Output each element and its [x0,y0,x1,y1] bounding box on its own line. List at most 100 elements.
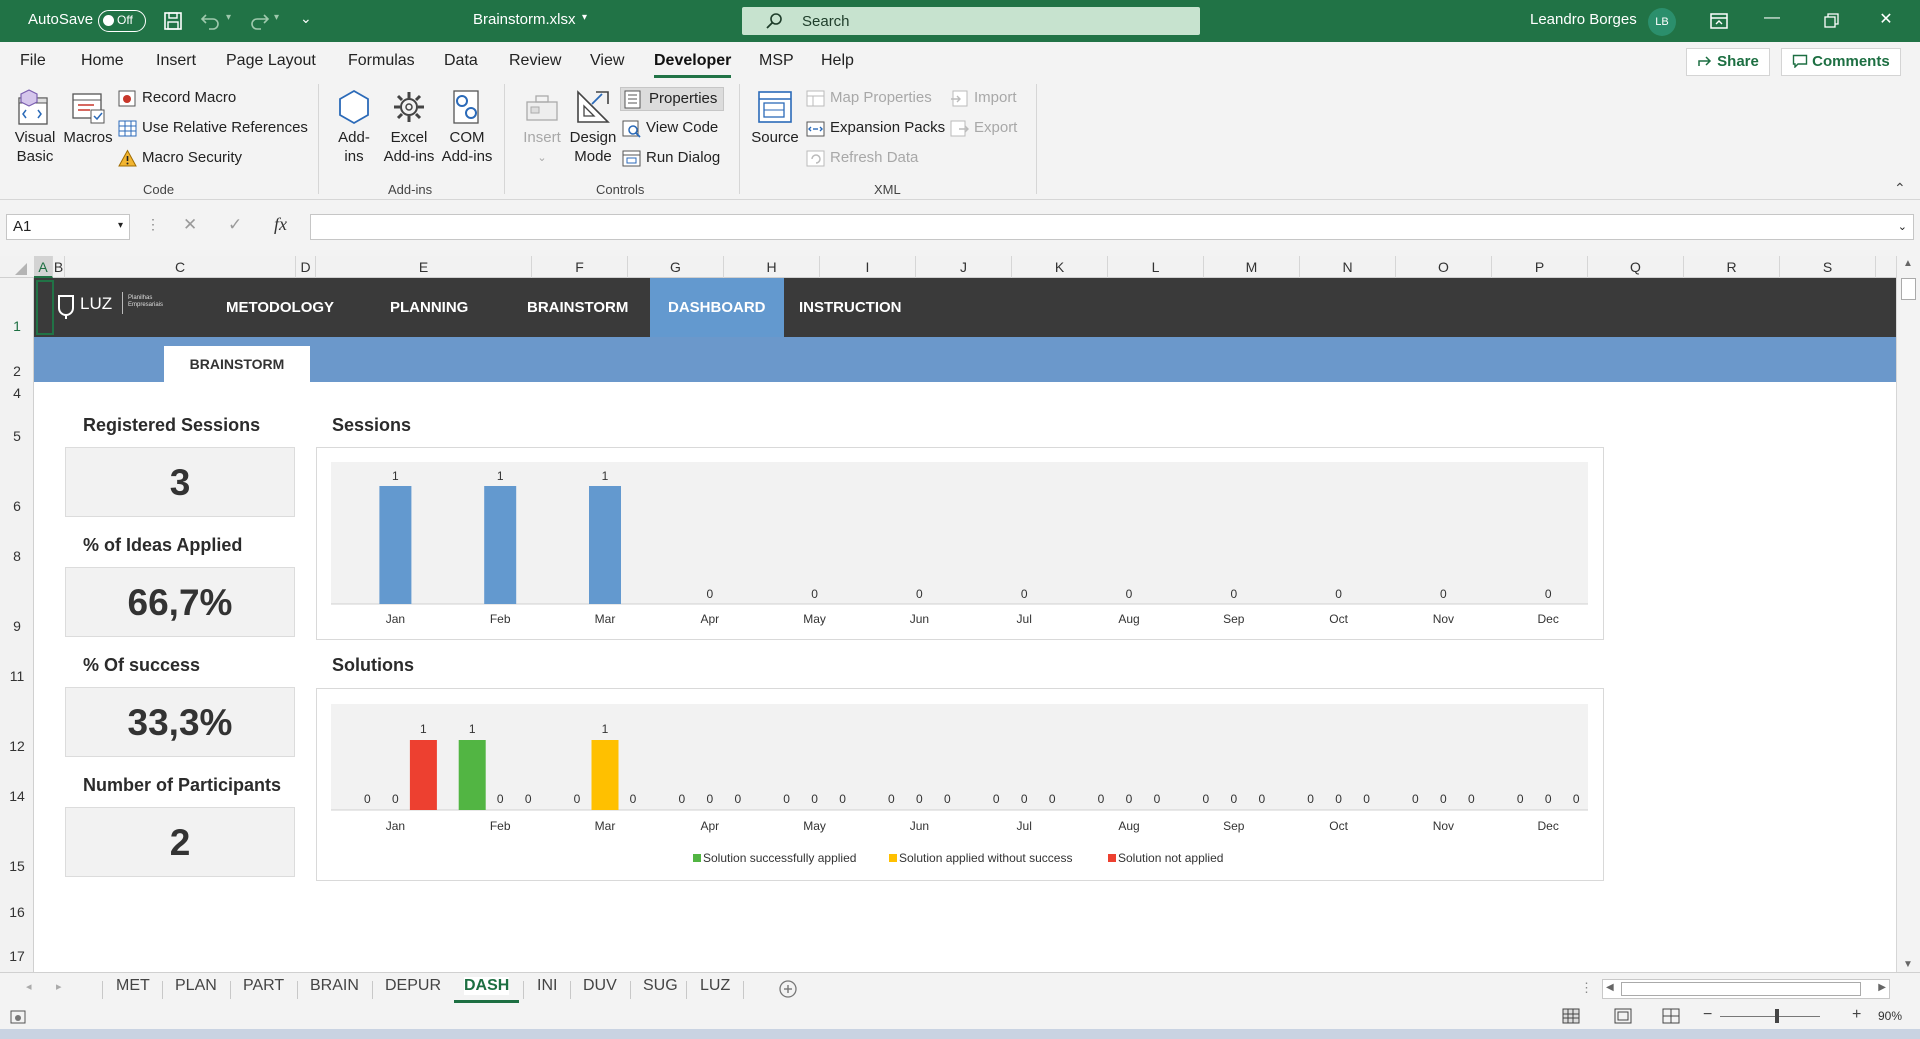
column-header[interactable]: D [296,256,316,278]
column-header[interactable]: S [1780,256,1876,278]
column-header[interactable]: J [916,256,1012,278]
nav-metodology[interactable]: METODOLOGY [226,278,334,337]
restore-icon[interactable] [1824,13,1840,29]
export-button[interactable]: Export [950,117,1017,141]
share-button[interactable]: Share [1686,48,1770,76]
sheet-tab[interactable]: DUV [583,977,617,995]
subtab-brainstorm[interactable]: BRAINSTORM [164,346,310,382]
relative-references-button[interactable]: Use Relative References [118,117,308,141]
column-header[interactable]: I [820,256,916,278]
row-header[interactable]: 12 [0,738,34,754]
user-name[interactable]: Leandro Borges [1530,11,1637,28]
row-header[interactable]: 1 [0,318,34,334]
customize-toolbar-icon[interactable]: ⌄ [300,10,312,27]
row-header[interactable]: 11 [0,668,34,684]
page-layout-view-icon[interactable] [1614,1008,1632,1024]
formula-input[interactable]: ⌄ [310,214,1914,240]
column-header[interactable]: G [628,256,724,278]
properties-button[interactable]: Properties [620,87,725,111]
scroll-left-icon[interactable]: ◀ [1606,982,1614,993]
tab-formulas[interactable]: Formulas [348,52,415,70]
column-header[interactable]: H [724,256,820,278]
avatar[interactable]: LB [1648,8,1676,36]
add-ins-button[interactable]: Add- ins [334,88,374,166]
redo-dropdown-icon[interactable]: ▾ [274,12,279,23]
column-header[interactable]: E [316,256,532,278]
import-button[interactable]: Import [950,87,1017,111]
collapse-ribbon-icon[interactable]: ⌃ [1894,180,1906,197]
enter-check-icon[interactable]: ✓ [228,215,242,235]
selected-cell-a1[interactable] [36,280,54,335]
macros-button[interactable]: Macros [63,88,113,147]
refresh-data-button[interactable]: Refresh Data [806,147,918,171]
horizontal-scrollbar[interactable]: ◀ ▶ [1602,979,1890,999]
row-header[interactable]: 17 [0,948,34,964]
nav-dashboard[interactable]: DASHBOARD [650,278,784,337]
insert-control-button[interactable]: Insert ⌄ [518,88,566,168]
row-header[interactable]: 16 [0,904,34,920]
insert-function-icon[interactable]: fx [274,214,287,235]
run-dialog-button[interactable]: Run Dialog [622,147,720,171]
design-mode-button[interactable]: Design Mode [568,88,618,166]
column-header[interactable]: B [53,256,65,278]
column-header[interactable]: L [1108,256,1204,278]
prev-sheet-icon[interactable]: ◂ [26,980,32,993]
column-header[interactable]: A [34,256,53,278]
tab-split-icon[interactable]: ⋮ [1580,980,1593,996]
scroll-right-icon[interactable]: ▶ [1878,982,1886,993]
row-header[interactable]: 15 [0,858,34,874]
add-sheet-icon[interactable] [778,979,798,999]
sheet-tab-active[interactable]: DASH [453,977,520,1003]
nav-planning[interactable]: PLANNING [390,278,468,337]
zoom-slider-track[interactable] [1720,1016,1820,1017]
tab-developer[interactable]: Developer [654,52,732,78]
view-code-button[interactable]: View Code [622,117,718,141]
nav-brainstorm[interactable]: BRAINSTORM [527,278,628,337]
scroll-down-icon[interactable]: ▼ [1903,959,1913,970]
row-header[interactable]: 14 [0,788,34,804]
sheet-tab[interactable]: PLAN [175,977,217,995]
row-header[interactable]: 2 [0,363,34,379]
zoom-level[interactable]: 90% [1878,1009,1902,1023]
select-all-icon[interactable] [14,262,28,276]
macro-recording-icon[interactable] [10,1010,26,1024]
next-sheet-icon[interactable]: ▸ [56,980,62,993]
sheet-tab[interactable]: INI [537,977,557,995]
redo-icon[interactable] [248,11,270,31]
column-header[interactable]: K [1012,256,1108,278]
row-header[interactable]: 8 [0,548,34,564]
cancel-icon[interactable]: ✕ [183,215,197,235]
row-header[interactable]: 5 [0,428,34,444]
tab-page-layout[interactable]: Page Layout [226,52,316,70]
zoom-slider-thumb[interactable] [1775,1009,1779,1023]
more-options-icon[interactable]: ⋮ [146,216,160,233]
undo-dropdown-icon[interactable]: ▾ [226,12,231,23]
row-header[interactable]: 6 [0,498,34,514]
tab-insert[interactable]: Insert [156,52,196,70]
sheet-tab[interactable]: SUG [643,977,678,995]
column-header[interactable]: F [532,256,628,278]
sheet-tab[interactable]: DEPUR [385,977,441,995]
scroll-up-icon[interactable]: ▲ [1903,258,1913,269]
sheet-tab[interactable]: LUZ [700,977,730,995]
ribbon-display-icon[interactable] [1709,12,1729,30]
tab-data[interactable]: Data [444,52,478,70]
sheet-tab[interactable]: BRAIN [310,977,359,995]
search-box[interactable]: Search [742,7,1200,35]
sheet-tab[interactable]: MET [116,977,150,995]
record-macro-button[interactable]: Record Macro [118,87,236,111]
column-header[interactable]: O [1396,256,1492,278]
column-header[interactable]: N [1300,256,1396,278]
zoom-in-icon[interactable]: + [1852,1006,1861,1024]
tab-msp[interactable]: MSP [759,52,794,70]
column-header[interactable]: M [1204,256,1300,278]
expand-formula-icon[interactable]: ⌄ [1898,220,1907,233]
column-header[interactable]: P [1492,256,1588,278]
save-icon[interactable] [163,11,183,31]
autosave-toggle[interactable]: Off [98,10,146,32]
horizontal-scroll-thumb[interactable] [1621,982,1861,996]
com-add-ins-button[interactable]: COM Add-ins [438,88,496,166]
page-break-view-icon[interactable] [1662,1008,1680,1024]
row-header[interactable]: 4 [0,385,34,401]
zoom-out-icon[interactable]: − [1703,1006,1712,1024]
